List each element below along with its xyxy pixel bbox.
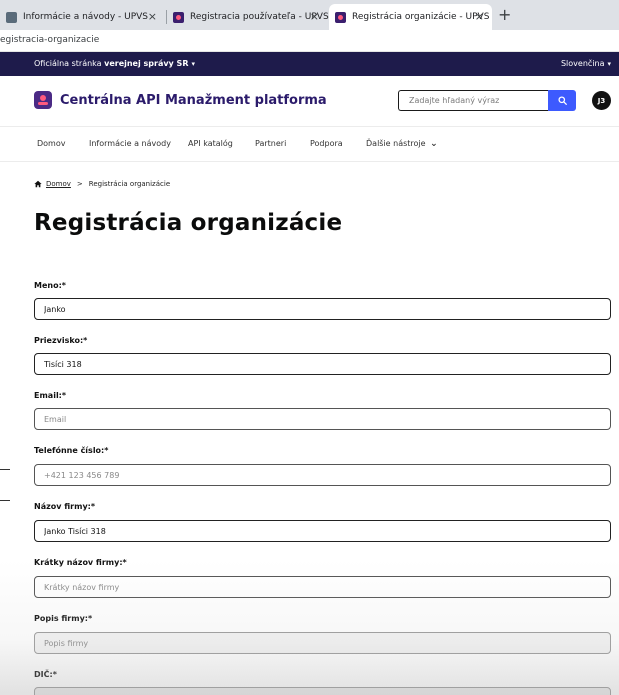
breadcrumb: Domov > Registrácia organizácie [34, 180, 170, 188]
site-header: Centrálna API Manažment platforma J3 [0, 76, 619, 126]
nav-item-dalsie-nastroje[interactable]: Ďalšie nástroje ⌄ [366, 139, 438, 149]
nav-item-label: Ďalšie nástroje [366, 139, 426, 148]
company-short-name-input[interactable] [34, 576, 611, 598]
official-site-bold: verejnej správy SR [104, 59, 189, 68]
browser-tab[interactable]: Registracia používateľa - UPVS × [167, 4, 329, 30]
first-name-label: Meno:* [34, 281, 66, 290]
search-bar [398, 90, 576, 111]
platform-logo-icon[interactable] [34, 91, 52, 109]
phone-label: Telefónne číslo:* [34, 446, 109, 455]
background-window-edge [0, 500, 10, 501]
close-tab-icon[interactable]: × [148, 10, 157, 23]
last-name-input[interactable] [34, 353, 611, 375]
company-description-input[interactable] [34, 632, 611, 654]
breadcrumb-separator: > [76, 180, 83, 188]
breadcrumb-current: Registrácia organizácie [88, 180, 171, 188]
nav-item-informacie[interactable]: Informácie a návody [89, 139, 171, 148]
browser-tab-title: Registrácia organizácie - UPVS [352, 12, 490, 22]
language-select[interactable]: Slovenčina ▾ [561, 59, 611, 68]
official-site-prefix: Oficiálna stránka [34, 59, 105, 68]
browser-tab-title: Informácie a návody - UPVS [23, 12, 149, 22]
site-favicon-icon [173, 11, 184, 23]
last-name-label: Priezvisko:* [34, 336, 88, 345]
close-tab-icon[interactable]: × [475, 10, 484, 23]
email-input[interactable] [34, 408, 611, 430]
company-description-label: Popis firmy:* [34, 614, 93, 623]
nav-item-partneri[interactable]: Partneri [255, 139, 286, 148]
browser-tab-strip: Informácie a návody - UPVS × Registracia… [0, 0, 619, 30]
nav-item-api-katalog[interactable]: API katalóg [188, 139, 233, 148]
page-title: Registrácia organizácie [34, 210, 343, 236]
main-navigation: Domov Informácie a návody API katalóg Pa… [0, 126, 619, 162]
site-favicon-icon [335, 11, 346, 23]
home-icon [34, 180, 42, 188]
tax-id-input[interactable] [34, 687, 611, 695]
search-input[interactable] [398, 90, 549, 111]
browser-tab-active[interactable]: Registrácia organizácie - UPVS × [329, 4, 492, 30]
breadcrumb-home-link[interactable]: Domov [46, 180, 71, 188]
nav-item-podpora[interactable]: Podpora [310, 139, 343, 148]
address-url: egistracia-organizacie [0, 35, 100, 45]
close-tab-icon[interactable]: × [310, 10, 319, 23]
company-name-label: Názov firmy:* [34, 502, 96, 511]
background-window-edge [0, 469, 10, 470]
new-tab-icon[interactable]: + [498, 5, 511, 24]
phone-input[interactable] [34, 464, 611, 486]
browser-tab-title: Registracia používateľa - UPVS [190, 12, 329, 22]
chevron-down-icon: ▾ [607, 60, 611, 68]
nav-item-domov[interactable]: Domov [37, 139, 65, 148]
company-short-name-label: Krátky názov firmy:* [34, 558, 127, 567]
chevron-down-icon: ⌄ [430, 139, 438, 149]
official-site-toggle[interactable]: Oficiálna stránka verejnej správy SR ▾ [34, 59, 195, 68]
user-avatar[interactable]: J3 [592, 91, 611, 110]
tax-id-label: DIČ:* [34, 670, 57, 679]
address-bar[interactable]: egistracia-organizacie [0, 30, 619, 52]
search-icon [557, 96, 567, 105]
platform-title[interactable]: Centrálna API Manažment platforma [60, 93, 327, 108]
first-name-input[interactable] [34, 298, 611, 320]
browser-tab[interactable]: Informácie a návody - UPVS × [0, 4, 165, 30]
chevron-down-icon: ▾ [191, 60, 195, 68]
email-label: Email:* [34, 391, 67, 400]
language-label: Slovenčina [560, 59, 605, 68]
search-button[interactable] [548, 90, 576, 111]
gov-official-bar: Oficiálna stránka verejnej správy SR ▾ Sl… [0, 52, 619, 76]
company-name-input[interactable] [34, 520, 611, 542]
site-favicon-icon [6, 11, 17, 23]
